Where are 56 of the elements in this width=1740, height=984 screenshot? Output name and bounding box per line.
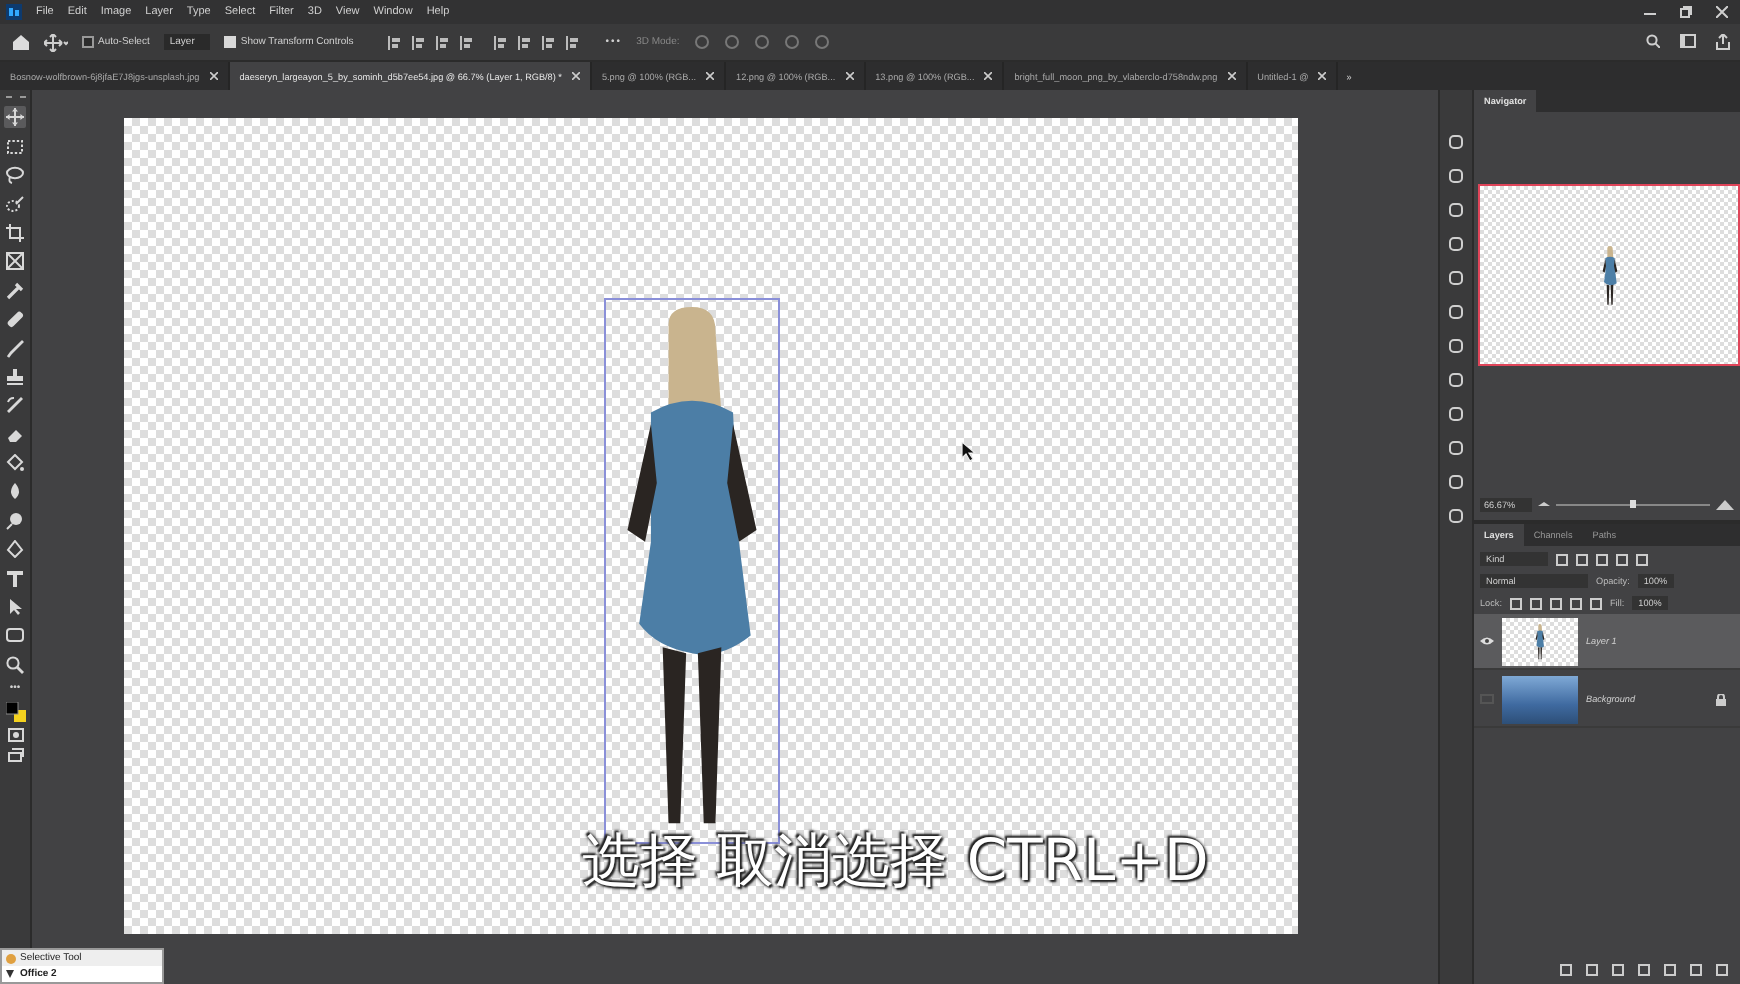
- workspace-icon[interactable]: [1680, 34, 1696, 48]
- crop-icon[interactable]: [4, 221, 26, 244]
- align-icon[interactable]: [459, 35, 474, 49]
- zoom-icon[interactable]: [4, 653, 26, 676]
- quick-selection-icon[interactable]: [4, 193, 26, 216]
- lasso-icon[interactable]: [4, 164, 26, 187]
- slider-thumb[interactable]: [1630, 499, 1636, 507]
- home-icon[interactable]: [12, 34, 30, 50]
- tool-icon: [6, 953, 16, 963]
- paint-bucket-icon[interactable]: [4, 452, 26, 475]
- arrow-pointer-icon[interactable]: [4, 596, 26, 619]
- move-icon[interactable]: [44, 33, 68, 51]
- color-swatches-icon[interactable]: [5, 701, 25, 722]
- zoom-out-icon[interactable]: [1538, 500, 1550, 508]
- align-icon[interactable]: [517, 35, 532, 49]
- quick-mask-icon[interactable]: [7, 727, 23, 742]
- brush-icon[interactable]: [4, 337, 26, 360]
- marquee-icon[interactable]: [4, 135, 26, 158]
- frame-icon[interactable]: [4, 250, 26, 273]
- dodge-icon[interactable]: [4, 509, 26, 532]
- photo-placeholder: [1502, 675, 1578, 723]
- close-icon[interactable]: [209, 72, 218, 80]
- zoom-in-icon[interactable]: [1716, 499, 1734, 509]
- align-icon[interactable]: [493, 35, 508, 49]
- move-tool-icon[interactable]: [4, 106, 26, 129]
- caret-icon: [6, 970, 14, 978]
- align-icon[interactable]: [565, 35, 580, 49]
- close-icon[interactable]: [984, 72, 993, 80]
- stamp-icon[interactable]: [4, 365, 26, 388]
- close-icon[interactable]: [1716, 6, 1728, 18]
- person-silhouette-drawing: [1534, 623, 1546, 659]
- close-icon[interactable]: [571, 72, 580, 80]
- checkbox[interactable]: [82, 36, 94, 48]
- eye-icon[interactable]: [1480, 636, 1494, 646]
- align-icon[interactable]: [387, 35, 402, 49]
- close-icon[interactable]: [845, 72, 854, 80]
- person-silhouette-drawing: [1599, 245, 1619, 305]
- align-icon[interactable]: [541, 35, 556, 49]
- eyedropper-icon[interactable]: [4, 279, 26, 302]
- panel-collapse-icon[interactable]: [5, 94, 25, 100]
- app-logo-icon: [6, 4, 22, 20]
- close-icon[interactable]: [706, 72, 715, 80]
- close-icon[interactable]: [1318, 72, 1327, 80]
- type-tool-icon[interactable]: [4, 567, 26, 590]
- screen-mode-icon[interactable]: [7, 748, 23, 763]
- search-icon[interactable]: [1646, 34, 1660, 48]
- close-icon[interactable]: [1227, 72, 1236, 80]
- cursor-icon: [960, 442, 980, 462]
- history-brush-icon[interactable]: [4, 394, 26, 417]
- align-icon[interactable]: [435, 35, 450, 49]
- pen-icon[interactable]: [4, 538, 26, 561]
- share-icon[interactable]: [1716, 34, 1730, 50]
- align-icon[interactable]: [411, 35, 426, 49]
- restore-icon[interactable]: [1680, 6, 1692, 18]
- subtitle-caption: 选择 取消选择 CTRL+D: [582, 824, 1209, 898]
- rectangle-icon[interactable]: [4, 624, 26, 647]
